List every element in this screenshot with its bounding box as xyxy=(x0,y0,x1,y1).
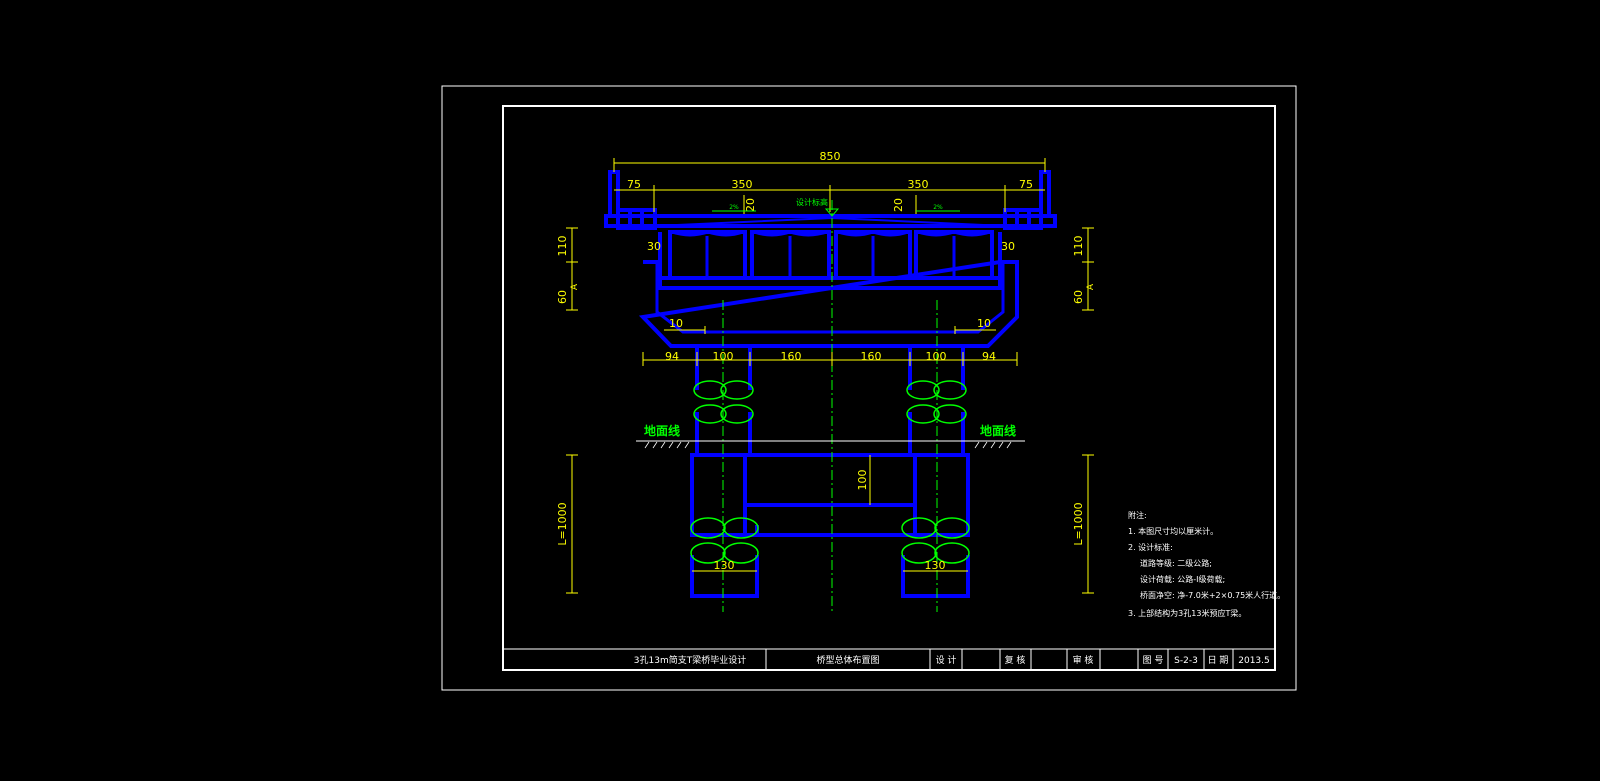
note-item: 桥面净空: 净-7.0米+2×0.75米人行道。 xyxy=(1140,590,1285,600)
dim-cap-bottom-right: 60 xyxy=(1072,290,1085,304)
dim-column-left: 100 xyxy=(713,350,734,363)
sheet-label: 图 号 xyxy=(1143,655,1164,666)
drawing-title: 桥型总体布置图 xyxy=(816,654,879,666)
title-block: 3孔13m简支T梁桥毕业设计 桥型总体布置图 设 计 复 核 审 核 图 号 S… xyxy=(503,648,1275,670)
dim-spacing-left: 160 xyxy=(781,350,802,363)
tie-beam xyxy=(743,453,917,507)
dim-curb-left: 20 xyxy=(744,198,757,212)
bridge-structure xyxy=(604,170,1057,598)
section-mark-left: A xyxy=(570,283,580,290)
review-label: 审 核 xyxy=(1073,654,1094,666)
dim-curb-right: 20 xyxy=(892,198,905,212)
note-item: 设计荷载: 公路-I级荷载; xyxy=(1140,574,1225,584)
slope-label-right: 2% xyxy=(933,204,943,211)
section-mark-right: A xyxy=(1086,283,1096,290)
check-label: 复 核 xyxy=(1005,654,1026,666)
dim-total-width: 850 xyxy=(820,150,841,163)
dim-pile-length-right: L=1000 xyxy=(1072,502,1085,545)
dim-taper-right: 10 xyxy=(977,317,991,330)
sheet-number: S-2-3 xyxy=(1174,656,1198,666)
cad-drawing-canvas[interactable]: 850 75 350 350 75 20 20 30 30 110 60 110… xyxy=(0,0,1600,781)
dim-half-width-right: 350 xyxy=(908,178,929,191)
design-elevation-label: 设计标高 xyxy=(796,197,828,207)
dim-pile-right: 130 xyxy=(925,559,946,572)
date-label: 日 期 xyxy=(1208,655,1229,666)
ground-line-label-left: 地面线 xyxy=(644,423,680,438)
dim-pile-left: 130 xyxy=(714,559,735,572)
dim-cap-bottom-left: 60 xyxy=(556,290,569,304)
project-name: 3孔13m简支T梁桥毕业设计 xyxy=(634,654,746,666)
dim-cap-depth-right: 110 xyxy=(1072,236,1085,257)
dim-spacing-right: 160 xyxy=(861,350,882,363)
dim-half-width-left: 350 xyxy=(732,178,753,191)
note-item: 道路等级: 二级公路; xyxy=(1140,558,1212,568)
dim-edge-right: 30 xyxy=(1001,240,1015,253)
dim-cap-depth-left: 110 xyxy=(556,236,569,257)
notes-block: 附注: 1. 本图尺寸均以厘米计。 2. 设计标准: 道路等级: 二级公路; 设… xyxy=(1128,510,1285,618)
dim-column-right: 100 xyxy=(926,350,947,363)
dim-sidewalk-left: 75 xyxy=(627,178,641,191)
dim-cap-overhang-right: 94 xyxy=(982,350,996,363)
notes-heading: 附注: xyxy=(1128,510,1147,520)
dim-cap-overhang-left: 94 xyxy=(665,350,679,363)
ground-line xyxy=(636,440,1025,449)
date-value: 2013.5 xyxy=(1238,656,1270,666)
ground-line-label-right: 地面线 xyxy=(980,423,1016,438)
note-item: 1. 本图尺寸均以厘米计。 xyxy=(1128,526,1218,536)
pile-cap-frame xyxy=(690,453,970,537)
slope-label-left: 2% xyxy=(729,204,739,211)
dim-sidewalk-right: 75 xyxy=(1019,178,1033,191)
note-item: 2. 设计标准: xyxy=(1128,542,1173,552)
dimension-lines xyxy=(566,158,1094,594)
dim-tie-beam: 100 xyxy=(856,470,869,491)
design-label: 设 计 xyxy=(936,654,957,666)
dim-pile-length-left: L=1000 xyxy=(556,502,569,545)
note-item: 3. 上部结构为3孔13米预应T梁。 xyxy=(1128,608,1246,618)
dim-taper-left: 10 xyxy=(669,317,683,330)
dim-edge-left: 30 xyxy=(647,240,661,253)
